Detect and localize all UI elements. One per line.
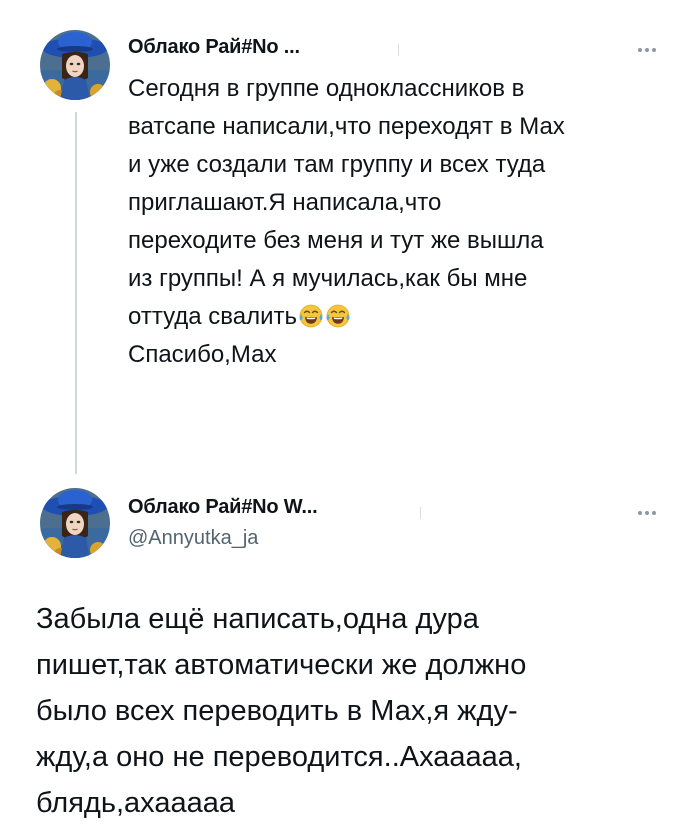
divider-mark (420, 507, 421, 519)
tweet-line: было всех переводить в Мах,я жду- (36, 695, 518, 727)
tweet-line: из группы! А я мучилась,как бы мне (128, 265, 528, 292)
user-handle[interactable]: @Annyutka_ja (128, 527, 258, 550)
dot (645, 48, 649, 52)
tweet-line: Сегодня в группе одноклассников в (128, 75, 525, 102)
tweet-line: жду,а оно не переводится..Ахааааа, (36, 741, 522, 773)
tweet-line: приглашают.Я написала,что (128, 189, 442, 216)
avatar[interactable] (40, 488, 110, 558)
face-with-tears-of-joy-icon (325, 303, 351, 329)
dot (638, 48, 642, 52)
tweet-line: и уже создали там группу и всех туда (128, 151, 546, 178)
divider-mark (398, 44, 399, 56)
tweet-text: Сегодня в группе одноклассников в ватсап… (128, 70, 648, 374)
author-name-label[interactable]: Облако Рай#No ... (128, 36, 300, 59)
thread-line (75, 112, 77, 474)
author-name-label[interactable]: Облако Рай#No W... (128, 496, 318, 519)
avatar[interactable] (40, 30, 110, 100)
tweet-line: блядь,ахааааа (36, 787, 235, 819)
dot (652, 511, 656, 515)
more-horizontal-icon[interactable] (632, 40, 662, 60)
tweet-line-text: оттуда свалить (128, 303, 298, 330)
more-horizontal-icon[interactable] (632, 503, 662, 523)
tweet-line: Забыла ещё написать,одна дура (36, 603, 479, 635)
tweet-line: пишет,так автоматически же должно (36, 649, 527, 681)
tweet-line: Спасибо,Мах (128, 341, 277, 368)
face-with-tears-of-joy-icon (298, 303, 324, 329)
dot (638, 511, 642, 515)
tweet-line: переходите без меня и тут же вышла (128, 227, 544, 254)
author-name[interactable]: Облако Рай#No ... (128, 30, 300, 64)
dot (645, 511, 649, 515)
tweet-text: Забыла ещё написать,одна дура пишет,так … (36, 596, 676, 826)
dot (652, 48, 656, 52)
author-name[interactable]: Облако Рай#No W... (128, 490, 318, 524)
tweet-line: ватсапе написали,что переходят в Мах (128, 113, 565, 140)
tweet-line-with-emoji: оттуда свалить (128, 298, 648, 336)
